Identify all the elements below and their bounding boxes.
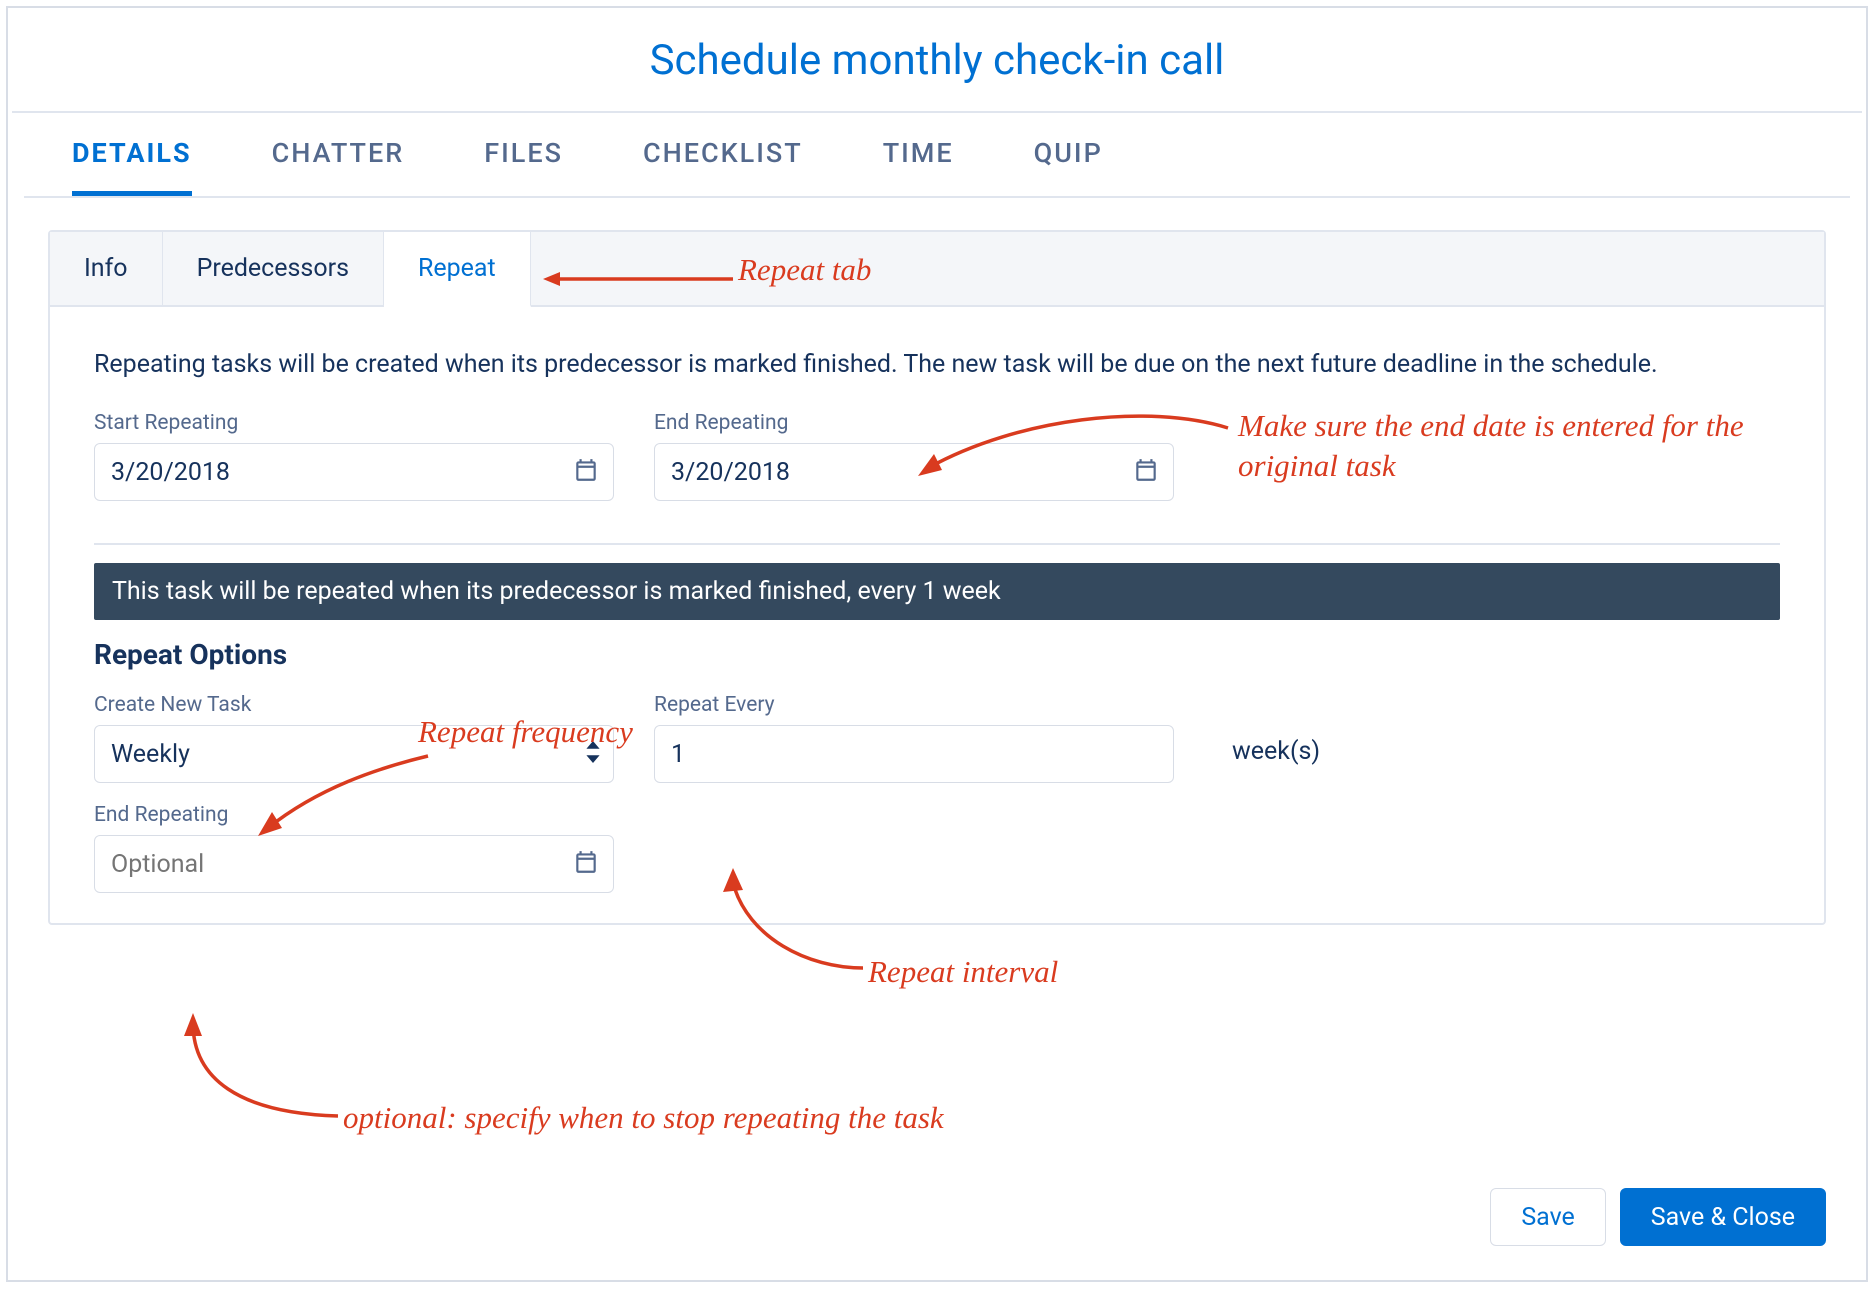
end-repeating-input-wrap[interactable] bbox=[654, 443, 1174, 501]
subtab-info[interactable]: Info bbox=[50, 232, 163, 305]
start-repeating-label: Start Repeating bbox=[94, 411, 614, 435]
end-repeating-optional-input[interactable] bbox=[95, 850, 613, 879]
details-panel: Info Predecessors Repeat Repeating tasks… bbox=[48, 230, 1826, 925]
end-repeating-input[interactable] bbox=[655, 458, 1173, 487]
end-repeating-optional-label: End Repeating bbox=[94, 803, 614, 827]
start-repeating-input-wrap[interactable] bbox=[94, 443, 614, 501]
create-new-task-field: Create New Task bbox=[94, 693, 614, 783]
create-new-task-select-wrap[interactable] bbox=[94, 725, 614, 783]
tab-chatter[interactable]: CHATTER bbox=[272, 137, 405, 196]
repeat-unit-label: week(s) bbox=[1232, 737, 1320, 766]
sub-tabs: Info Predecessors Repeat bbox=[50, 232, 1824, 307]
repeat-every-input[interactable] bbox=[655, 740, 1173, 769]
repeat-description: Repeating tasks will be created when its… bbox=[94, 347, 1780, 383]
save-and-close-button[interactable]: Save & Close bbox=[1620, 1188, 1826, 1246]
repeat-options-heading: Repeat Options bbox=[94, 638, 1780, 671]
footer-buttons: Save Save & Close bbox=[1490, 1188, 1826, 1246]
annotation-repeat-interval: Repeat interval bbox=[868, 954, 1058, 990]
repeat-summary: This task will be repeated when its pred… bbox=[94, 563, 1780, 620]
repeat-every-label: Repeat Every bbox=[654, 693, 1174, 717]
subtab-repeat[interactable]: Repeat bbox=[384, 232, 531, 307]
arrow-icon bbox=[178, 1008, 358, 1128]
main-tabs: DETAILS CHATTER FILES CHECKLIST TIME QUI… bbox=[24, 113, 1850, 198]
start-repeating-input[interactable] bbox=[95, 458, 613, 487]
create-new-task-select[interactable] bbox=[95, 740, 613, 769]
page-title-bar: Schedule monthly check-in call bbox=[8, 8, 1866, 111]
tab-files[interactable]: FILES bbox=[484, 137, 563, 196]
divider bbox=[94, 543, 1780, 545]
tab-time[interactable]: TIME bbox=[883, 137, 954, 196]
page-title: Schedule monthly check-in call bbox=[8, 36, 1866, 85]
subtab-predecessors[interactable]: Predecessors bbox=[163, 232, 384, 305]
end-repeating-label: End Repeating bbox=[654, 411, 1174, 435]
create-new-task-label: Create New Task bbox=[94, 693, 614, 717]
start-repeating-field: Start Repeating bbox=[94, 411, 614, 501]
tab-details[interactable]: DETAILS bbox=[72, 137, 192, 196]
annotation-stop-repeating: optional: specify when to stop repeating… bbox=[343, 1100, 944, 1136]
tab-checklist[interactable]: CHECKLIST bbox=[643, 137, 803, 196]
save-button[interactable]: Save bbox=[1490, 1188, 1605, 1246]
end-repeating-field: End Repeating bbox=[654, 411, 1174, 501]
end-repeating-optional-field: End Repeating bbox=[94, 803, 614, 893]
tab-quip[interactable]: QUIP bbox=[1034, 137, 1103, 196]
repeat-every-input-wrap[interactable] bbox=[654, 725, 1174, 783]
repeat-every-field: Repeat Every bbox=[654, 693, 1174, 783]
end-repeating-optional-input-wrap[interactable] bbox=[94, 835, 614, 893]
